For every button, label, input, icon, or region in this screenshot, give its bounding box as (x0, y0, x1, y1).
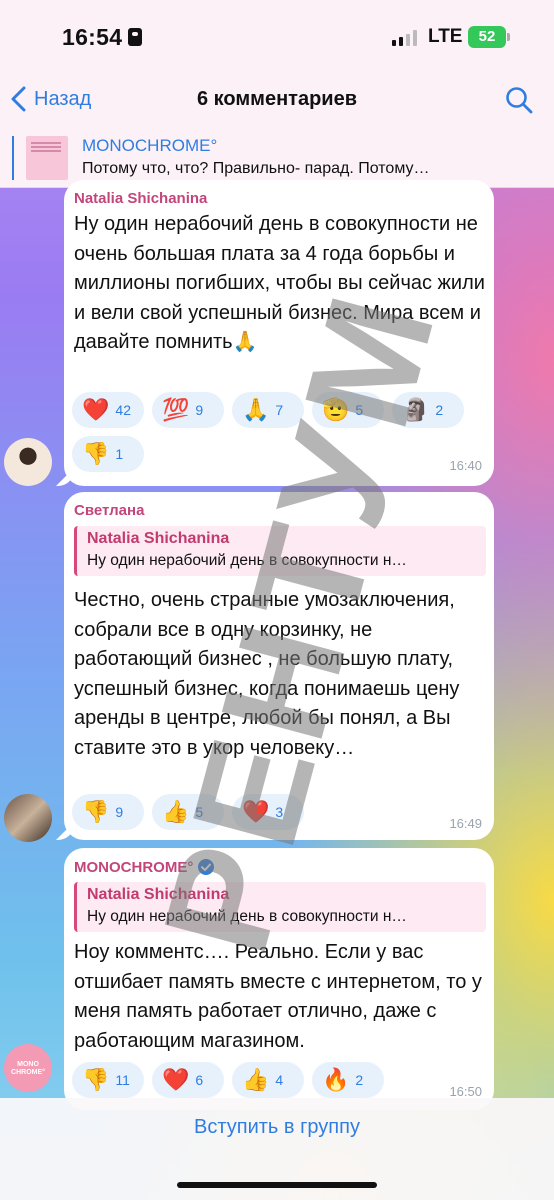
reaction-moai[interactable]: 🗿 2 (392, 392, 464, 428)
reply-text: Ну один нерабочий день в совокупности н… (87, 908, 407, 925)
message-time: 16:40 (449, 458, 482, 473)
back-button[interactable]: Назад (10, 86, 91, 112)
status-bar: 16:54 LTE 52 (0, 0, 554, 80)
pinned-title: MONOCHROME° (82, 136, 218, 155)
reaction-like[interactable]: 👍 4 (232, 1062, 304, 1098)
message-time: 16:49 (449, 816, 482, 831)
message-text: Ну один нерабочий день в совокупности не… (74, 213, 485, 353)
home-indicator (177, 1182, 377, 1188)
nav-bar: Назад 6 комментариев (0, 80, 554, 128)
message-time: 16:50 (449, 1084, 482, 1099)
reaction-heart[interactable]: ❤️ 3 (232, 794, 304, 830)
chevron-left-icon (11, 86, 26, 112)
signal-icon (392, 30, 417, 46)
pinned-post[interactable]: MONOCHROME° Потому что, что? Правильно- … (0, 128, 554, 188)
reaction-dislike[interactable]: 👎 1 (72, 436, 144, 472)
reaction-100[interactable]: 💯 9 (152, 392, 224, 428)
reactions-row: 👎 11 ❤️ 6 👍 4 🔥 2 (72, 1062, 472, 1098)
id-card-icon (128, 28, 142, 46)
search-icon[interactable] (504, 85, 534, 115)
reply-preview[interactable]: Natalia Shichanina Ну один нерабочий ден… (74, 526, 486, 576)
reaction-heart[interactable]: ❤️ 6 (152, 1062, 224, 1098)
reaction-pray[interactable]: 🙏 7 (232, 392, 304, 428)
message-text: Честно, очень странные умозаключения, со… (74, 589, 460, 759)
avatar[interactable] (4, 438, 52, 486)
reaction-heart[interactable]: ❤️ 42 (72, 392, 144, 428)
sender-name-text: MONOCHROME° (74, 858, 194, 876)
reaction-salute[interactable]: 🫡 5 (312, 392, 384, 428)
reaction-dislike[interactable]: 👎 9 (72, 794, 144, 830)
message-bubble[interactable]: Natalia Shichanina Ну один нерабочий ден… (64, 180, 494, 486)
reply-preview[interactable]: Natalia Shichanina Ну один нерабочий ден… (74, 882, 486, 932)
sender-name: Natalia Shichanina (74, 190, 208, 207)
sender-name: MONOCHROME° (74, 858, 215, 876)
message-bubble[interactable]: Светлана Natalia Shichanina Ну один нера… (64, 492, 494, 840)
status-time: 16:54 (62, 24, 123, 50)
reply-name: Natalia Shichanina (87, 530, 230, 547)
avatar[interactable] (4, 794, 52, 842)
reaction-fire[interactable]: 🔥 2 (312, 1062, 384, 1098)
pinned-accent-bar (12, 136, 14, 180)
back-label: Назад (34, 87, 92, 110)
avatar[interactable]: MONO CHROME° (4, 1044, 52, 1092)
message-bubble[interactable]: MONOCHROME° Natalia Shichanina Ну один н… (64, 848, 494, 1110)
reactions-row: 👎 9 👍 5 ❤️ 3 (72, 794, 472, 830)
reply-text: Ну один нерабочий день в совокупности н… (87, 552, 407, 569)
sender-name: Светлана (74, 502, 145, 519)
pinned-thumbnail (26, 136, 68, 180)
reactions-row: ❤️ 42 💯 9 🙏 7 🫡 5 🗿 2 👎 1 (72, 392, 472, 472)
reaction-dislike[interactable]: 👎 11 (72, 1062, 144, 1098)
join-group-button[interactable]: Вступить в группу (0, 1116, 554, 1139)
pinned-text: Потому что, что? Правильно- парад. Потом… (82, 160, 430, 177)
battery-icon: 52 (468, 26, 510, 48)
message-text: Ноу комментс…. Реально. Если у вас отшиб… (74, 941, 482, 1052)
verified-icon (198, 859, 215, 875)
reply-name: Natalia Shichanina (87, 886, 230, 903)
reaction-like[interactable]: 👍 5 (152, 794, 224, 830)
network-label: LTE (428, 26, 463, 47)
